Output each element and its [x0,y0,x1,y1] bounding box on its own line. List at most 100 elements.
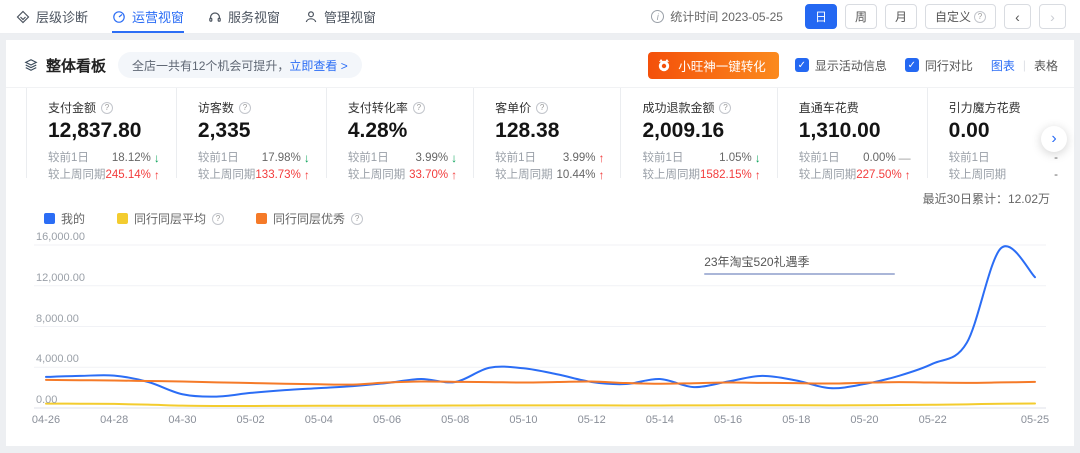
trend-arrow-icon: ↑ [451,167,457,184]
trend-arrow-icon: ↑ [755,167,761,184]
event-annotation[interactable]: 23年淘宝520礼遇季 [704,253,895,275]
metric-card-avg-order-value[interactable]: 客单价? 128.38 较前1日3.99%↑ 较上周同期10.44%↑ [473,88,620,178]
period-custom-button[interactable]: 自定义 ? [925,4,996,29]
tab-label: 服务视窗 [228,7,280,26]
metric-value: 4.28% [348,119,457,143]
x-axis-tick: 04-30 [168,414,196,426]
top-navigation-bar: 层级诊断 运营视窗 服务视窗 管理视窗 i 统计时间 2023-05-25 日 … [0,0,1080,34]
headset-icon [208,10,222,24]
period-month-button[interactable]: 月 [885,4,917,29]
y-axis-tick: 4,000.00 [36,353,79,365]
table-view-toggle[interactable]: 表格 [1034,57,1058,74]
tab-operation-view[interactable]: 运营视窗 [112,0,184,33]
legend-swatch [256,213,267,224]
metric-title: 直通车花费 [799,99,859,116]
metric-title: 引力魔方花费 [949,99,1021,116]
opportunity-banner: 全店一共有12个机会可提升， 立即查看 > [118,52,362,78]
help-icon[interactable]: ? [719,102,731,114]
help-icon[interactable]: ? [413,102,425,114]
compare-row: 较上周同期10.44%↑ [495,167,604,184]
x-axis-tick: 05-14 [646,414,674,426]
event-annotation-line [704,273,895,275]
y-axis-tick: 12,000.00 [36,272,85,284]
trend-arrow-icon: ↑ [598,167,604,184]
metric-value: 128.38 [495,119,604,143]
page-title: 整体看板 [46,55,106,76]
help-icon[interactable]: ? [101,102,113,114]
stat-time-label: 统计时间 2023-05-25 [670,8,783,25]
stat-time: i 统计时间 2023-05-25 [651,8,783,25]
y-axis-tick: 16,000.00 [36,231,85,243]
help-icon: ? [212,213,224,225]
cards-carousel-next-button[interactable]: › [1041,126,1067,152]
metric-title: 访客数 [198,99,234,116]
metric-card-payment-amount[interactable]: 支付金额? 12,837.80 较前1日18.12%↓ 较上周同期245.14%… [26,88,176,178]
metric-card-visitors[interactable]: 访客数? 2,335 较前1日17.98%↓ 较上周同期133.73%↑ [176,88,326,178]
overview-dashboard-panel: 整体看板 全店一共有12个机会可提升， 立即查看 > 小旺神一键转化 ✓ 显示活… [6,40,1074,446]
tab-label: 层级诊断 [36,7,88,26]
trend-arrow-icon: ↓ [154,150,160,167]
layers-icon [24,58,38,72]
info-icon: i [651,10,664,23]
metric-value: 1,310.00 [799,119,911,143]
x-axis-tick: 05-22 [919,414,947,426]
trend-arrow-icon: ↓ [451,150,457,167]
legend-swatch [117,213,128,224]
help-icon[interactable]: ? [536,102,548,114]
gauge-icon [112,10,126,24]
help-icon[interactable]: ? [239,102,251,114]
person-icon [304,10,318,24]
trend-arrow-icon: ↑ [154,167,160,184]
metric-card-conversion-rate[interactable]: 支付转化率? 4.28% 较前1日3.99%↓ 较上周同期33.70%↑ [326,88,473,178]
view-tabs: 层级诊断 运营视窗 服务视窗 管理视窗 [16,0,376,33]
tab-management-view[interactable]: 管理视窗 [304,0,376,33]
tab-service-view[interactable]: 服务视窗 [208,0,280,33]
legend-item-mine[interactable]: 我的 [44,210,85,227]
metric-card-ztc-cost[interactable]: 直通车花费? 1,310.00 较前1日0.00%— 较上周同期227.50%↑ [777,88,927,178]
help-icon: ? [974,11,986,23]
trend-arrow-icon: — [899,150,911,167]
x-axis-tick: 05-20 [850,414,878,426]
period-week-button[interactable]: 周 [845,4,877,29]
help-icon: ? [351,213,363,225]
opportunity-text: 全店一共有12个机会可提升， [132,57,289,74]
opportunity-link[interactable]: 立即查看 > [289,57,347,74]
metric-value: 2,335 [198,119,310,143]
time-controls: i 统计时间 2023-05-25 日 周 月 自定义 ? ‹ › [651,4,1066,29]
trend-arrow-icon: ↑ [905,167,911,184]
checkbox-checked-icon: ✓ [795,58,809,72]
series-line-同行同层优秀 [46,380,1035,385]
x-axis-tick: 05-12 [578,414,606,426]
x-axis-tick: 05-02 [237,414,265,426]
tab-level-diagnosis[interactable]: 层级诊断 [16,0,88,33]
cumulative-total-label: 最近30日累计：12.02万 [923,190,1050,207]
x-axis-tick: 05-06 [373,414,401,426]
compare-row: 较上周同期- [949,167,1058,184]
legend-item-peer-excellent[interactable]: 同行同层优秀 ? [256,210,363,227]
checkbox-checked-icon: ✓ [905,58,919,72]
compare-row: 较上周同期227.50%↑ [799,167,911,184]
trend-line-chart[interactable]: 0.004,000.008,000.0012,000.0016,000.00 2… [34,228,1046,410]
metric-value: 12,837.80 [48,119,160,143]
compare-row: 较上周同期1582.15%↑ [642,167,760,184]
show-activity-checkbox[interactable]: ✓ 显示活动信息 [795,57,887,74]
peer-compare-checkbox[interactable]: ✓ 同行对比 [905,57,973,74]
metric-card-refund-amount[interactable]: 成功退款金额? 2,009.16 较前1日1.05%↓ 较上周同期1582.15… [620,88,776,178]
trend-arrow-icon: ↑ [304,167,310,184]
view-mode-toggle: 图表 | 表格 [991,57,1058,74]
compare-row: 较前1日3.99%↓ [348,150,457,167]
compare-row: 较上周同期245.14%↑ [48,167,160,184]
y-axis-tick: 0.00 [36,394,57,406]
wangshen-convert-button[interactable]: 小旺神一键转化 [648,52,779,79]
x-axis-tick: 05-18 [782,414,810,426]
compare-row: 较前1日1.05%↓ [642,150,760,167]
metric-title: 成功退款金额 [642,99,714,116]
prev-date-button[interactable]: ‹ [1004,4,1031,29]
panel-header: 整体看板 全店一共有12个机会可提升， 立即查看 > 小旺神一键转化 ✓ 显示活… [6,40,1074,82]
trend-arrow-icon: ↑ [598,150,604,167]
x-axis-tick: 05-16 [714,414,742,426]
chart-view-toggle[interactable]: 图表 [991,57,1015,74]
period-day-button[interactable]: 日 [805,4,837,29]
legend-item-peer-average[interactable]: 同行同层平均 ? [117,210,224,227]
next-date-button[interactable]: › [1039,4,1066,29]
